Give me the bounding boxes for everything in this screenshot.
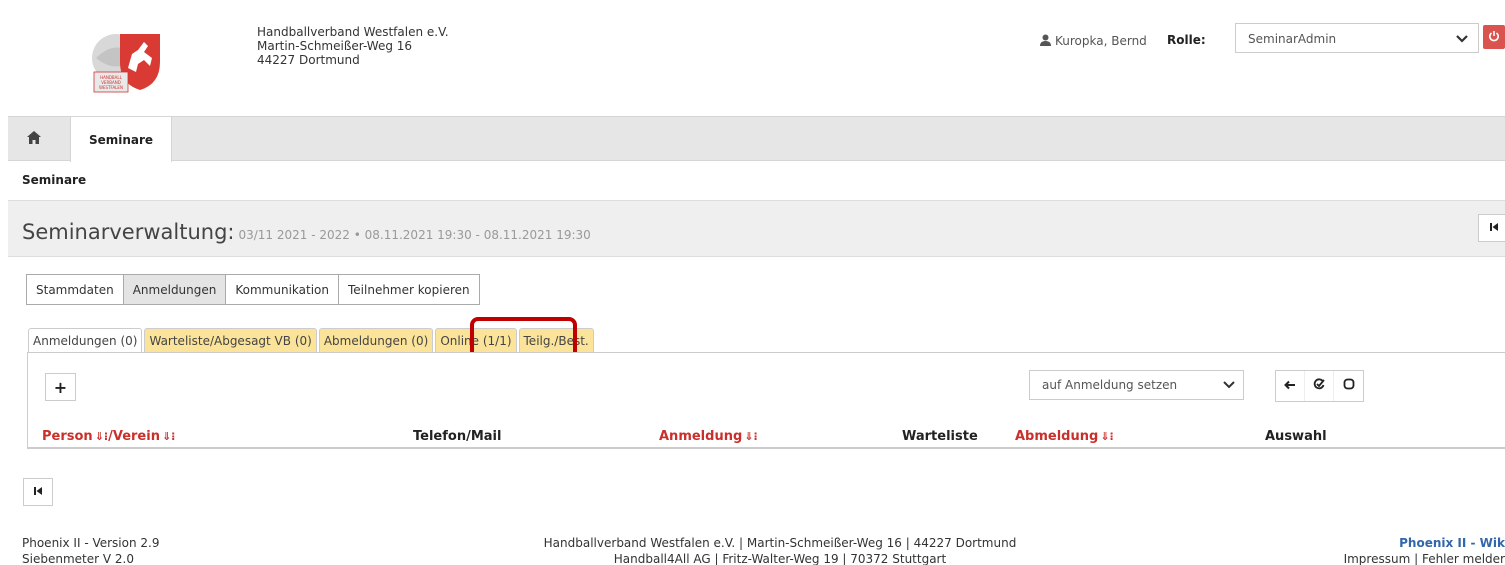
role-label: Rolle:: [1167, 33, 1206, 47]
footer-links: Phoenix II - Wik Impressum | Fehler meld…: [1265, 535, 1505, 565]
apply-button[interactable]: [1276, 371, 1305, 401]
footer-impressum-links[interactable]: Impressum | Fehler melder: [1265, 551, 1505, 565]
registrations-panel: + auf Anmeldung setzen Person ⇓⁝/Verein ⇓⁝…: [27, 352, 1505, 449]
header: HANDBALL VERBAND WESTFALEN Handballverba…: [0, 0, 1505, 116]
tab-kommunikation[interactable]: Kommunikation: [225, 274, 339, 305]
breadcrumb: Seminare: [22, 173, 87, 187]
version-text: Phoenix II - Version 2.9: [22, 536, 160, 550]
column-warteliste: Warteliste: [902, 429, 978, 444]
deselect-button[interactable]: [1334, 371, 1363, 401]
title-bar: Seminarverwaltung: 03/11 2021 - 2022 • 08…: [8, 200, 1505, 257]
org-city: 44227 Dortmund: [257, 53, 360, 67]
main-tabs: Stammdaten Anmeldungen Kommunikation Tei…: [26, 274, 480, 305]
column-verein-label: /Verein: [108, 429, 160, 444]
user-icon: [1040, 34, 1051, 49]
svg-text:WESTFALEN: WESTFALEN: [99, 85, 123, 90]
sort-icon: ⇓⁝: [161, 430, 176, 443]
role-select[interactable]: SeminarAdmin: [1235, 23, 1479, 53]
action-select[interactable]: auf Anmeldung setzen: [1029, 370, 1244, 400]
circle-icon: [1343, 378, 1355, 394]
arrow-left-icon: [1284, 379, 1296, 394]
footer-version: Phoenix II - Version 2.9 Siebenmeter V 2…: [22, 535, 159, 565]
column-abmeldung-label: Abmeldung: [1015, 429, 1099, 444]
page-title-main: Seminarverwaltung:: [22, 220, 235, 244]
tab-stammdaten[interactable]: Stammdaten: [26, 274, 124, 305]
org-name: Handballverband Westfalen e.V.: [257, 25, 449, 39]
subtab-warteliste[interactable]: Warteliste/Abgesagt VB (0): [144, 328, 317, 352]
page-title: Seminarverwaltung: 03/11 2021 - 2022 • 08…: [22, 220, 591, 244]
role-value: SeminarAdmin: [1248, 32, 1337, 46]
skip-first-icon: [33, 485, 43, 499]
subtab-anmeldungen[interactable]: Anmeldungen (0): [28, 328, 143, 352]
tab-teilnehmer-kopieren[interactable]: Teilnehmer kopieren: [338, 274, 480, 305]
sort-icon: ⇓⁝: [94, 430, 109, 443]
column-abmeldung[interactable]: Abmeldung ⇓⁝: [1015, 429, 1114, 444]
column-anmeldung-label: Anmeldung: [659, 429, 743, 444]
column-anmeldung[interactable]: Anmeldung ⇓⁝: [659, 429, 758, 444]
chevron-down-icon: [1223, 379, 1235, 393]
sort-icon: ⇓⁝: [1100, 430, 1114, 443]
action-value: auf Anmeldung setzen: [1042, 378, 1178, 392]
subtab-abmeldungen[interactable]: Abmeldungen (0): [318, 328, 434, 352]
column-telefon: Telefon/Mail: [413, 429, 502, 444]
power-icon: [1488, 30, 1500, 45]
tab-seminare[interactable]: Seminare: [70, 117, 172, 162]
table-divider: [28, 447, 1505, 449]
footer-address-1: Handballverband Westfalen e.V. | Martin-…: [543, 536, 1017, 550]
page-subtitle: 03/11 2021 - 2022 • 08.11.2021 19:30 - 0…: [238, 228, 591, 242]
add-button[interactable]: +: [45, 373, 76, 401]
tab-anmeldungen[interactable]: Anmeldungen: [122, 274, 227, 305]
column-person-label: Person: [42, 429, 93, 444]
logout-button[interactable]: [1483, 25, 1505, 49]
column-person[interactable]: Person ⇓⁝/Verein ⇓⁝: [42, 429, 175, 444]
first-page-button[interactable]: [23, 478, 53, 506]
footer-address-2: Handball4All AG | Fritz-Walter-Weg 19 | …: [613, 552, 947, 565]
wiki-link[interactable]: Phoenix II - Wik: [1265, 535, 1505, 551]
action-buttons: [1275, 370, 1364, 402]
home-button[interactable]: [8, 117, 60, 161]
main-navbar: Seminare: [8, 116, 1505, 162]
siebenmeter-text: Siebenmeter V 2.0: [22, 552, 134, 565]
column-auswahl: Auswahl: [1265, 429, 1327, 444]
select-all-button[interactable]: [1305, 371, 1334, 401]
org-street: Martin-Schmeißer-Weg 16: [257, 39, 413, 53]
footer-address: Handballverband Westfalen e.V. | Martin-…: [500, 535, 1060, 565]
skip-first-icon: [1489, 221, 1499, 235]
home-icon: [27, 131, 41, 147]
first-page-button[interactable]: [1478, 214, 1505, 242]
check-circle-icon: [1313, 378, 1325, 394]
sort-icon: ⇓⁝: [744, 430, 758, 443]
logo: HANDBALL VERBAND WESTFALEN: [86, 28, 166, 94]
user-name: Kuropka, Bernd: [1055, 34, 1147, 48]
org-address: Handballverband Westfalen e.V. Martin-Sc…: [257, 25, 449, 67]
chevron-down-icon: [1456, 33, 1468, 47]
user-info[interactable]: Kuropka, Bernd: [1040, 34, 1147, 49]
